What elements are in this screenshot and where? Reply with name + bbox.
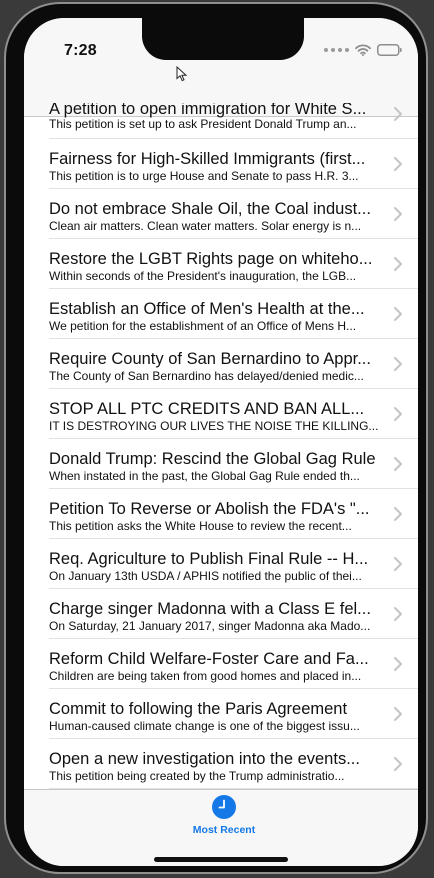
chevron-right-icon — [394, 307, 402, 321]
petition-summary: This petition asks the White House to re… — [49, 519, 352, 533]
petition-summary: On Saturday, 21 January 2017, singer Mad… — [49, 619, 371, 633]
petition-row[interactable]: Open a new investigation into the events… — [24, 739, 418, 789]
notch — [142, 18, 304, 60]
petition-row[interactable]: Restore the LGBT Rights page on whiteho.… — [24, 239, 418, 289]
tab-label: Most Recent — [192, 824, 256, 836]
petition-row[interactable]: A petition to open immigration for White… — [24, 103, 418, 139]
petition-summary: The County of San Bernardino has delayed… — [49, 369, 364, 383]
device-frame: 7:28 A petition to open immigration for … — [4, 2, 428, 874]
petition-title: Fairness for High-Skilled Immigrants (fi… — [49, 150, 366, 168]
petition-title: Req. Agriculture to Publish Final Rule -… — [49, 550, 369, 568]
petition-title: Restore the LGBT Rights page on whiteho.… — [49, 250, 373, 268]
petition-title: Charge singer Madonna with a Class E fel… — [49, 600, 371, 618]
signal-icon — [324, 48, 349, 52]
petition-title: Donald Trump: Rescind the Global Gag Rul… — [49, 450, 376, 468]
petition-title: Require County of San Bernardino to Appr… — [49, 350, 371, 368]
petition-summary: This petition is set up to ask President… — [49, 117, 357, 131]
petition-summary: We petition for the establishment of an … — [49, 319, 357, 333]
chevron-right-icon — [394, 207, 402, 221]
petition-title: Do not embrace Shale Oil, the Coal indus… — [49, 200, 371, 218]
petition-title: Establish an Office of Men's Health at t… — [49, 300, 365, 318]
petition-list[interactable]: A petition to open immigration for White… — [24, 103, 418, 789]
petition-title: Petition To Reverse or Abolish the FDA's… — [49, 500, 370, 518]
petition-row[interactable]: Commit to following the Paris Agreement … — [24, 689, 418, 739]
petition-summary: Clean air matters. Clean water matters. … — [49, 219, 362, 233]
petition-title: STOP ALL PTC CREDITS AND BAN ALL... — [49, 400, 365, 418]
app-screen: 7:28 A petition to open immigration for … — [24, 18, 418, 866]
petition-title: Open a new investigation into the events… — [49, 750, 360, 768]
petition-row[interactable]: Petition To Reverse or Abolish the FDA's… — [24, 489, 418, 539]
petition-row[interactable]: Donald Trump: Rescind the Global Gag Rul… — [24, 439, 418, 489]
wifi-icon — [355, 44, 371, 56]
petition-summary: This petition being created by the Trump… — [49, 769, 345, 783]
petition-title: Reform Child Welfare-Foster Care and Fa.… — [49, 650, 369, 668]
chevron-right-icon — [394, 107, 402, 121]
petition-summary: This petition is to urge House and Senat… — [49, 169, 359, 183]
home-indicator[interactable] — [154, 857, 288, 862]
mouse-cursor-icon — [176, 65, 188, 87]
petition-summary: Within seconds of the President's inaugu… — [49, 269, 357, 283]
battery-icon — [377, 44, 402, 56]
chevron-right-icon — [394, 507, 402, 521]
chevron-right-icon — [394, 407, 402, 421]
tab-most-recent[interactable]: Most Recent — [186, 794, 262, 844]
petition-row[interactable]: Do not embrace Shale Oil, the Coal indus… — [24, 189, 418, 239]
petition-summary: IT IS DESTROYING OUR LIVES THE NOISE THE… — [49, 419, 379, 433]
petition-summary: Children are being taken from good homes… — [49, 669, 362, 683]
tab-bar: Most Recent — [24, 789, 418, 866]
clock-icon — [212, 795, 236, 819]
petition-summary: Human-caused climate change is one of th… — [49, 719, 360, 733]
petition-title: Commit to following the Paris Agreement — [49, 700, 348, 718]
chevron-right-icon — [394, 757, 402, 771]
petition-row[interactable]: Establish an Office of Men's Health at t… — [24, 289, 418, 339]
petition-row[interactable]: Fairness for High-Skilled Immigrants (fi… — [24, 139, 418, 189]
chevron-right-icon — [394, 457, 402, 471]
chevron-right-icon — [394, 257, 402, 271]
chevron-right-icon — [394, 157, 402, 171]
petition-row[interactable]: Req. Agriculture to Publish Final Rule -… — [24, 539, 418, 589]
chevron-right-icon — [394, 357, 402, 371]
chevron-right-icon — [394, 607, 402, 621]
petition-row[interactable]: Require County of San Bernardino to Appr… — [24, 339, 418, 389]
petition-summary: On January 13th USDA / APHIS notified th… — [49, 569, 362, 583]
status-time: 7:28 — [64, 42, 97, 59]
petition-row[interactable]: STOP ALL PTC CREDITS AND BAN ALL... IT I… — [24, 389, 418, 439]
petition-row[interactable]: Charge singer Madonna with a Class E fel… — [24, 589, 418, 639]
chevron-right-icon — [394, 707, 402, 721]
status-icons — [324, 44, 402, 56]
chevron-right-icon — [394, 557, 402, 571]
petition-row[interactable]: Reform Child Welfare-Foster Care and Fa.… — [24, 639, 418, 689]
status-bar: 7:28 — [24, 18, 418, 88]
petition-summary: When instated in the past, the Global Ga… — [49, 469, 360, 483]
chevron-right-icon — [394, 657, 402, 671]
